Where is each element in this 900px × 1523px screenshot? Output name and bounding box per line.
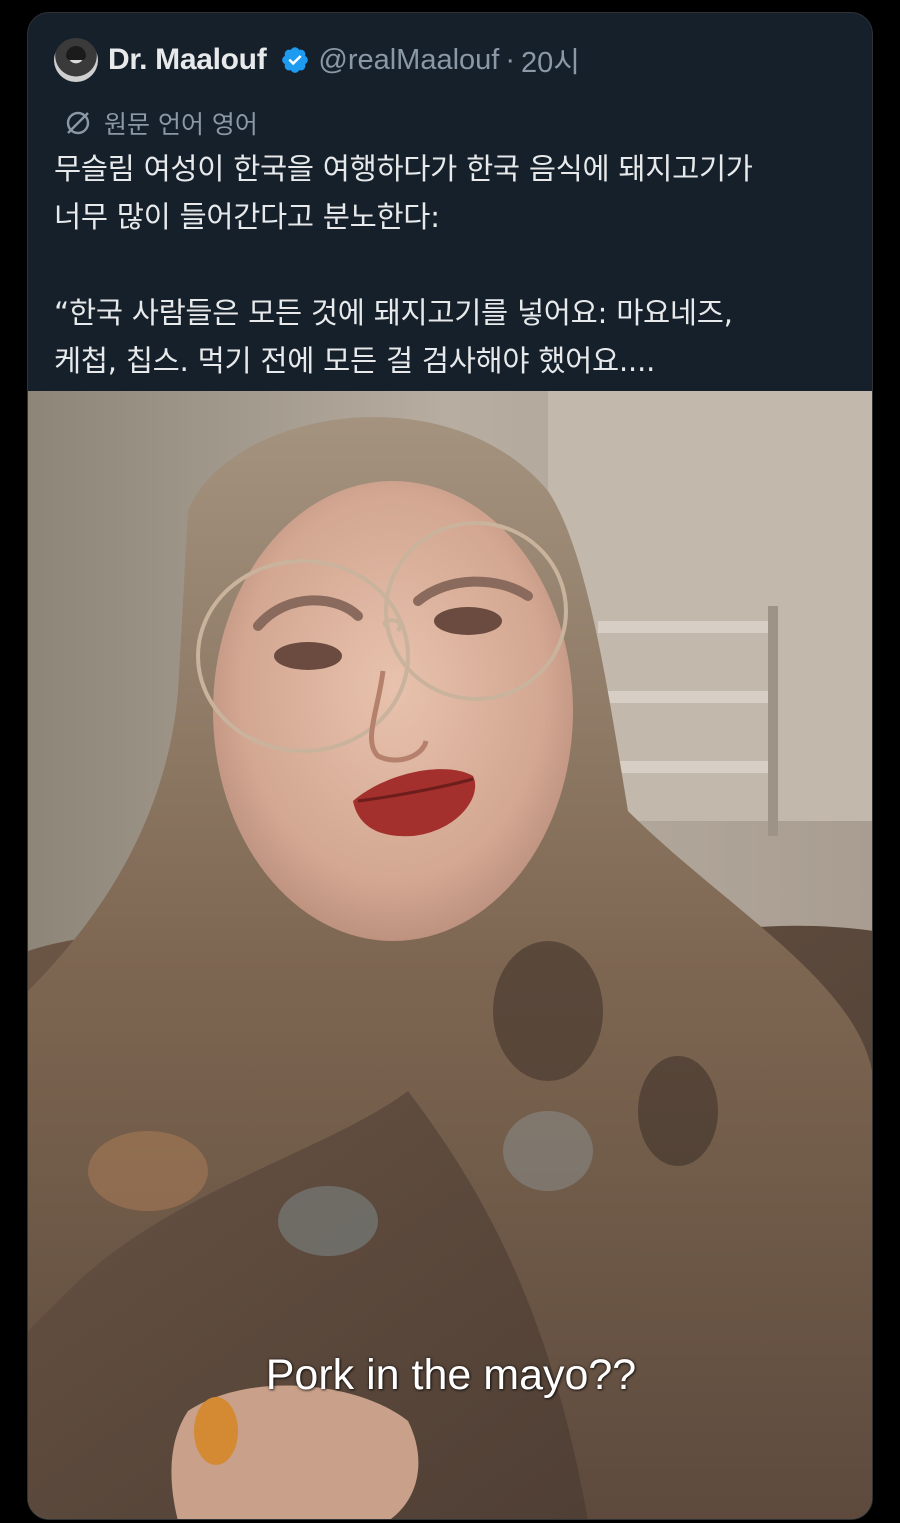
tweet-header: Dr. Maalouf @realMaalouf · 20시 bbox=[54, 38, 580, 82]
translation-label: 원문 언어 영어 bbox=[104, 110, 258, 139]
avatar[interactable] bbox=[54, 38, 98, 82]
post-time[interactable]: 20시 bbox=[521, 39, 580, 81]
video-subtitle: Pork in the mayo?? bbox=[265, 1351, 637, 1399]
verified-badge-icon bbox=[282, 47, 309, 73]
tweet-text-line: 너무 많이 들어간다고 분노한다: bbox=[54, 200, 440, 234]
video-media[interactable]: Pork in the mayo?? bbox=[28, 391, 872, 1519]
author-handle[interactable]: @realMaalouf bbox=[318, 44, 499, 77]
separator-dot: · bbox=[505, 43, 516, 76]
translation-indicator[interactable]: 원문 언어 영어 bbox=[64, 105, 258, 141]
tweet-text-line: “한국 사람들은 모든 것에 돼지고기를 넣어요: 마요네즈, bbox=[54, 296, 733, 330]
translate-globe-icon bbox=[66, 111, 90, 135]
tweet-text: 무슬림 여성이 한국을 여행하다가 한국 음식에 돼지고기가 너무 많이 들어간… bbox=[54, 145, 854, 385]
tweet-card[interactable]: Dr. Maalouf @realMaalouf · 20시 원문 언어 영어 … bbox=[27, 12, 873, 1520]
tweet-text-line: 케첩, 칩스. 먹기 전에 모든 걸 검사해야 했어요.... bbox=[54, 344, 656, 378]
display-name[interactable]: Dr. Maalouf bbox=[108, 43, 267, 77]
tweet-text-line: 무슬림 여성이 한국을 여행하다가 한국 음식에 돼지고기가 bbox=[54, 152, 753, 186]
